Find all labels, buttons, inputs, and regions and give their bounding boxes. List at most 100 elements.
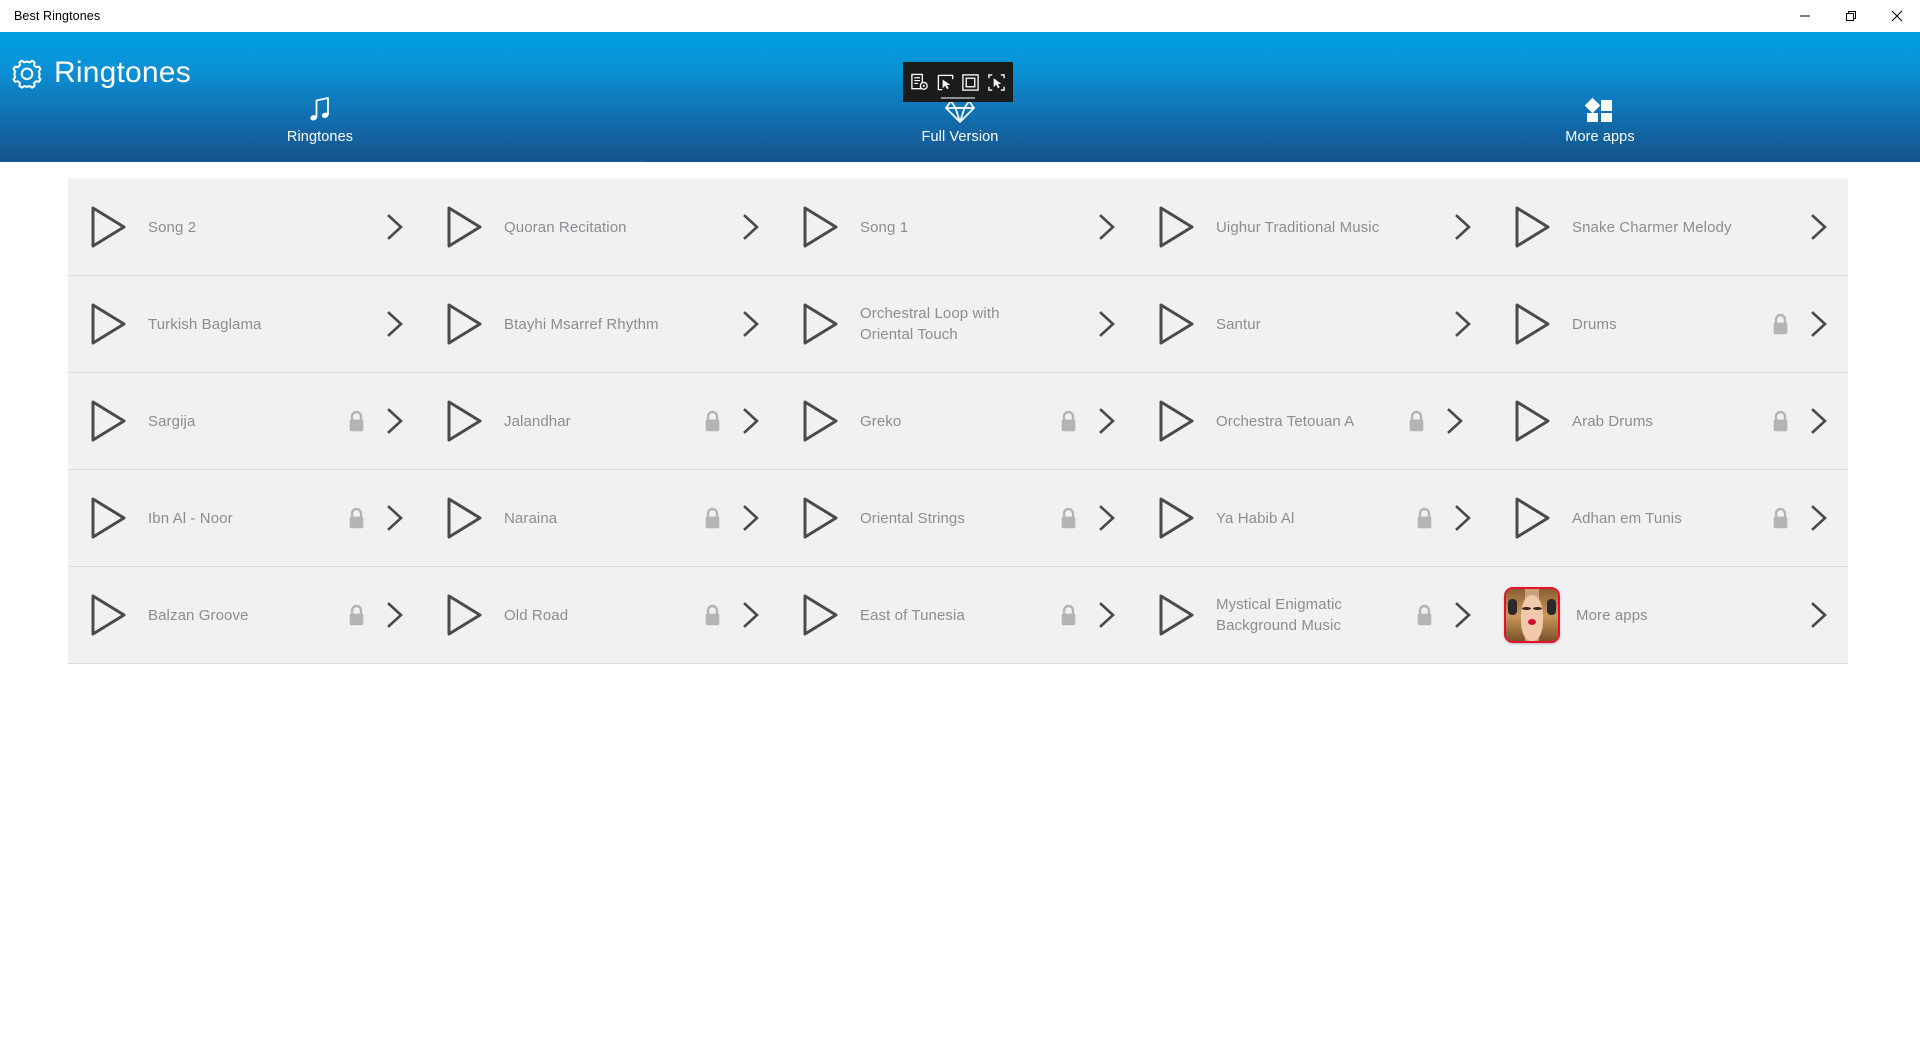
tab-more-apps[interactable]: More apps [1280, 90, 1920, 162]
list-item[interactable]: Ibn Al - Noor [68, 470, 424, 566]
play-icon[interactable] [80, 492, 132, 544]
chevron-right-icon[interactable] [1096, 309, 1118, 339]
chevron-right-icon[interactable] [1808, 406, 1830, 436]
toolbar-drag-handle[interactable] [941, 97, 975, 99]
capture-window-icon[interactable] [984, 70, 1008, 94]
lock-icon [705, 507, 720, 528]
capture-region-icon[interactable] [959, 70, 983, 94]
list-item[interactable]: Mystical Enigmatic Background Music [1136, 567, 1492, 663]
play-icon[interactable] [1148, 395, 1200, 447]
play-icon[interactable] [1148, 589, 1200, 641]
play-icon[interactable] [792, 492, 844, 544]
brand: Ringtones [10, 56, 191, 90]
chevron-right-icon[interactable] [740, 309, 762, 339]
list-item[interactable]: Adhan em Tunis [1492, 470, 1848, 566]
tab-label-ringtones: Ringtones [286, 129, 354, 145]
list-item[interactable]: Sargija [68, 373, 424, 469]
play-icon[interactable] [1504, 492, 1556, 544]
chevron-right-icon[interactable] [1808, 212, 1830, 242]
chevron-right-icon[interactable] [1096, 406, 1118, 436]
chevron-right-icon[interactable] [1096, 212, 1118, 242]
list-item[interactable]: Naraina [424, 470, 780, 566]
chevron-right-icon[interactable] [1808, 503, 1830, 533]
list-item[interactable]: Quoran Recitation [424, 179, 780, 275]
list-item[interactable]: Ya Habib Al [1136, 470, 1492, 566]
chevron-right-icon[interactable] [1444, 406, 1466, 436]
list-item[interactable]: Btayhi Msarref Rhythm [424, 276, 780, 372]
list-item[interactable]: Song 1 [780, 179, 1136, 275]
list-item[interactable]: Greko [780, 373, 1136, 469]
list-item-label: Santur [1216, 315, 1261, 333]
cursor-select-icon[interactable] [933, 70, 957, 94]
list-item-label: Greko [860, 412, 902, 430]
play-icon[interactable] [1148, 298, 1200, 350]
play-icon[interactable] [1504, 395, 1556, 447]
ringtone-cell: Ya Habib Al [1136, 470, 1492, 567]
list-item-label: Mystical Enigmatic Background Music [1216, 596, 1342, 634]
chevron-right-icon[interactable] [384, 503, 406, 533]
minimize-button[interactable] [1782, 0, 1828, 31]
ringtone-cell: Song 1 [780, 179, 1136, 276]
play-icon[interactable] [80, 201, 132, 253]
play-icon[interactable] [1504, 201, 1556, 253]
play-icon[interactable] [80, 395, 132, 447]
chevron-right-icon[interactable] [384, 212, 406, 242]
list-item[interactable]: Uighur Traditional Music [1136, 179, 1492, 275]
chevron-right-icon[interactable] [1096, 503, 1118, 533]
chevron-right-icon[interactable] [1452, 309, 1474, 339]
play-icon[interactable] [792, 298, 844, 350]
play-icon[interactable] [1148, 201, 1200, 253]
list-item[interactable]: Drums [1492, 276, 1848, 372]
list-item[interactable]: Santur [1136, 276, 1492, 372]
list-item-label: Turkish Baglama [148, 315, 262, 333]
chevron-right-icon[interactable] [740, 503, 762, 533]
list-item-label: East of Tunesia [860, 606, 965, 624]
play-icon[interactable] [436, 298, 488, 350]
capture-settings-icon[interactable] [908, 70, 932, 94]
play-icon[interactable] [792, 201, 844, 253]
play-icon[interactable] [792, 589, 844, 641]
chevron-right-icon[interactable] [1452, 600, 1474, 630]
play-icon[interactable] [436, 492, 488, 544]
close-button[interactable] [1874, 0, 1920, 31]
list-item[interactable]: East of Tunesia [780, 567, 1136, 663]
tab-ringtones[interactable]: Ringtones [0, 90, 643, 165]
list-item[interactable]: Snake Charmer Melody [1492, 179, 1848, 275]
play-icon[interactable] [80, 298, 132, 350]
list-item[interactable]: Old Road [424, 567, 780, 663]
chevron-right-icon[interactable] [1452, 212, 1474, 242]
chevron-right-icon[interactable] [384, 406, 406, 436]
window-controls [1782, 0, 1920, 31]
chevron-right-icon[interactable] [1096, 600, 1118, 630]
chevron-right-icon[interactable] [740, 212, 762, 242]
list-item[interactable]: Orchestra Tetouan A [1136, 373, 1492, 469]
play-icon[interactable] [436, 201, 488, 253]
list-item[interactable]: Balzan Groove [68, 567, 424, 663]
restore-button[interactable] [1828, 0, 1874, 31]
chevron-right-icon[interactable] [740, 406, 762, 436]
list-item[interactable]: Arab Drums [1492, 373, 1848, 469]
chevron-right-icon[interactable] [384, 309, 406, 339]
ringtone-cell: Adhan em Tunis [1492, 470, 1848, 567]
list-item[interactable]: Oriental Strings [780, 470, 1136, 566]
play-icon[interactable] [792, 395, 844, 447]
list-item[interactable]: Orchestral Loop with Oriental Touch [780, 276, 1136, 372]
screen-capture-toolbar[interactable] [903, 62, 1013, 102]
chevron-right-icon[interactable] [1452, 503, 1474, 533]
play-icon[interactable] [436, 395, 488, 447]
ringtone-cell: Snake Charmer Melody [1492, 179, 1848, 276]
play-icon[interactable] [80, 589, 132, 641]
chevron-right-icon[interactable] [740, 600, 762, 630]
play-icon[interactable] [1504, 298, 1556, 350]
play-icon[interactable] [1148, 492, 1200, 544]
play-icon[interactable] [436, 589, 488, 641]
chevron-right-icon[interactable] [1808, 309, 1830, 339]
list-item-label: Oriental Strings [860, 509, 965, 527]
list-item[interactable]: Jalandhar [424, 373, 780, 469]
chevron-right-icon[interactable] [1808, 600, 1830, 630]
list-item[interactable]: Turkish Baglama [68, 276, 424, 372]
list-item[interactable]: Song 2 [68, 179, 424, 275]
app-thumbnail[interactable] [1504, 587, 1560, 643]
list-item[interactable]: More apps [1492, 567, 1848, 663]
chevron-right-icon[interactable] [384, 600, 406, 630]
